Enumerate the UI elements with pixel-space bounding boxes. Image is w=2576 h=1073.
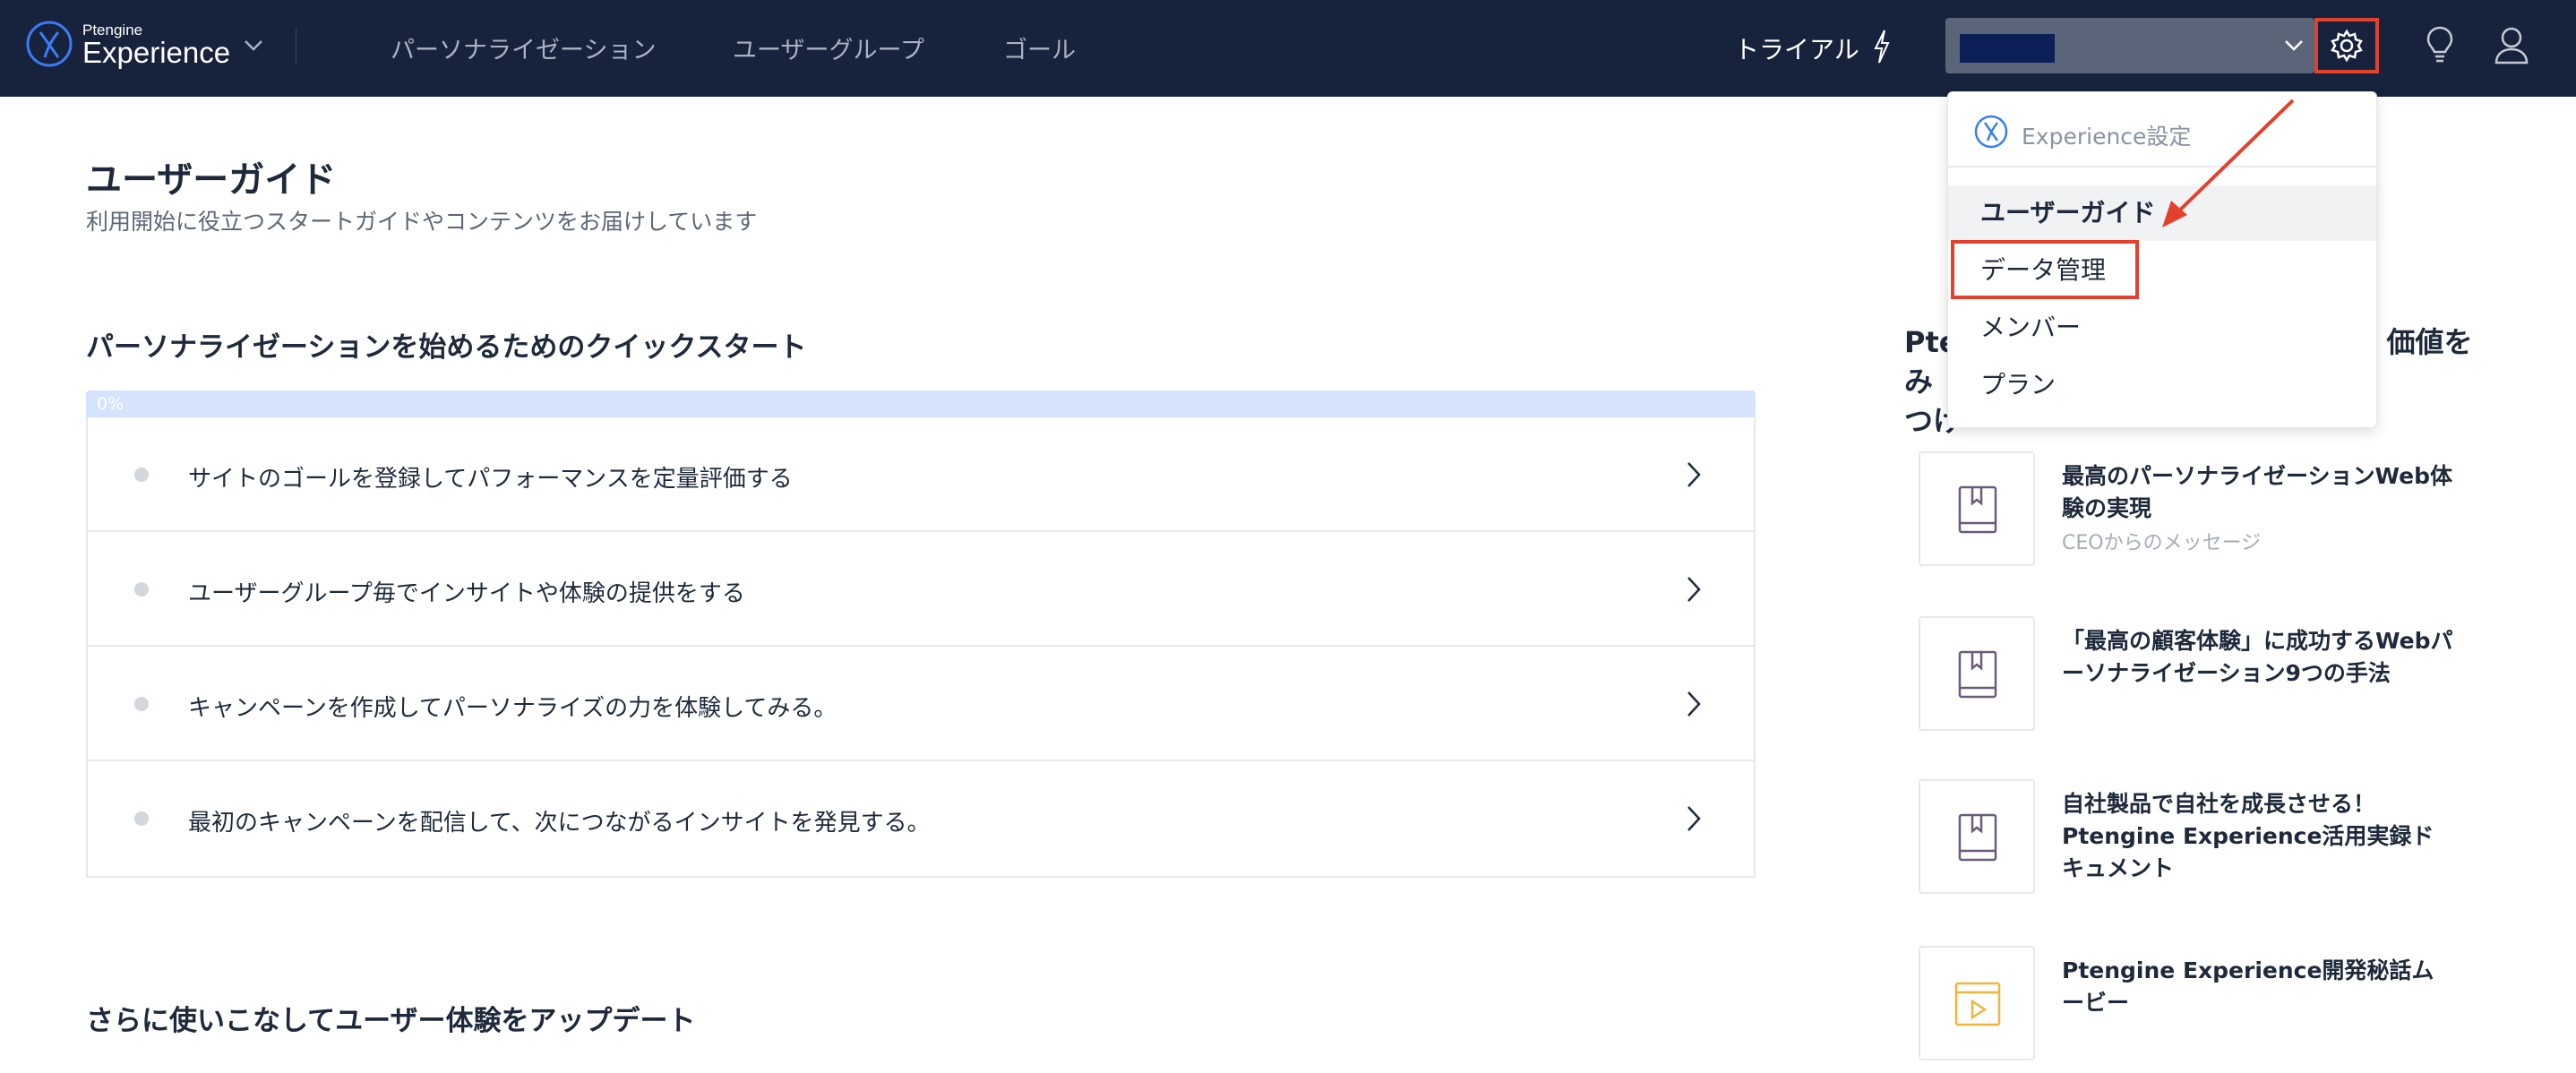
task-status-dot [134, 468, 149, 482]
quickstart-title: パーソナライゼーションを始めるためのクイックスタート [86, 331, 807, 364]
resource-card[interactable]: 「最高の顧客体験」に成功するWebパーソナライゼーション9つの手法 [1919, 616, 2510, 733]
experience-logo-icon [1974, 115, 2008, 149]
quickstart-task-list: サイトのゴールを登録してパフォーマンスを定量評価する ユーザーグループ毎でインサ… [86, 417, 1756, 878]
account-name-redacted [1960, 34, 2055, 63]
lightbulb-icon[interactable] [2426, 25, 2454, 64]
resource-title: Ptengine Experience開発秘話ムービー [2062, 957, 2434, 1016]
task-label: 最初のキャンペーンを配信して、次につながるインサイトを発見する。 [188, 810, 931, 837]
menu-item-plan[interactable]: プラン [1948, 357, 2376, 413]
task-row[interactable]: 最初のキャンペーンを配信して、次につながるインサイトを発見する。 [88, 761, 1754, 876]
task-status-dot [134, 811, 149, 826]
nav-personalization[interactable]: パーソナライゼーション [391, 30, 656, 65]
annotation-arrow-icon [2162, 99, 2295, 227]
trial-label[interactable]: トライアル [1734, 30, 1859, 66]
annotation-highlight-box [1951, 240, 2139, 299]
account-selector[interactable] [1945, 18, 2314, 73]
chevron-down-icon [2285, 40, 2303, 51]
gear-icon [2331, 29, 2363, 63]
page-title: ユーザーガイド [86, 159, 337, 201]
nav-user-groups[interactable]: ユーザーグループ [733, 30, 924, 65]
resource-thumbnail [1919, 616, 2035, 731]
chevron-right-icon [1687, 462, 1701, 487]
settings-button[interactable] [2314, 18, 2379, 73]
menu-item-members[interactable]: メンバー [1948, 300, 2376, 356]
progress-label: 0% [97, 394, 125, 414]
chevron-down-icon[interactable] [244, 39, 263, 52]
update-section-title: さらに使いこなしてユーザー体験をアップデート [86, 1005, 696, 1037]
page-subtitle: 利用開始に役立つスタートガイドやコンテンツをお届けしています [86, 209, 758, 235]
video-icon [1954, 982, 2001, 1026]
book-icon [1958, 650, 1997, 699]
user-account-icon[interactable] [2494, 25, 2529, 64]
task-row[interactable]: ユーザーグループ毎でインサイトや体験の提供をする [88, 532, 1754, 647]
resource-title: 最高のパーソナライゼーションWeb体験の実現 [2062, 463, 2453, 521]
task-label: キャンペーンを作成してパーソナライズの力を体験してみる。 [188, 695, 837, 722]
resource-title: 「最高の顧客体験」に成功するWebパーソナライゼーション9つの手法 [2062, 628, 2453, 686]
resource-card[interactable]: 最高のパーソナライゼーションWeb体験の実現 CEOからのメッセージ [1919, 451, 2510, 568]
task-label: サイトのゴールを登録してパフォーマンスを定量評価する [188, 466, 793, 493]
task-row[interactable]: サイトのゴールを登録してパフォーマンスを定量評価する [88, 417, 1754, 532]
chevron-right-icon [1687, 577, 1701, 602]
task-row[interactable]: キャンペーンを作成してパーソナライズの力を体験してみる。 [88, 647, 1754, 761]
resource-card[interactable]: Ptengine Experience開発秘話ムービー [1919, 946, 2510, 1062]
resource-thumbnail [1919, 946, 2035, 1060]
task-label: ユーザーグループ毎でインサイトや体験の提供をする [188, 580, 745, 607]
chevron-right-icon [1687, 806, 1701, 831]
task-status-dot [134, 697, 149, 711]
lightning-icon [1874, 30, 1890, 64]
logo-product-name[interactable]: Experience [82, 36, 230, 70]
book-icon [1958, 813, 1997, 862]
chevron-right-icon [1687, 691, 1701, 717]
quickstart-progress-bar: 0% [86, 391, 1756, 417]
top-navigation-bar: Ptengine Experience パーソナライゼーション ユーザーグループ… [0, 0, 2576, 97]
resource-title: 自社製品で自社を成長させる！Ptengine Experience活用実録ドキュ… [2062, 791, 2434, 881]
book-icon [1958, 485, 1997, 534]
resource-thumbnail [1919, 779, 2035, 894]
resource-card[interactable]: 自社製品で自社を成長させる！Ptengine Experience活用実録ドキュ… [1919, 779, 2510, 896]
ptengine-logo-icon[interactable] [25, 20, 73, 68]
nav-goals[interactable]: ゴール [1003, 30, 1076, 65]
task-status-dot [134, 582, 149, 597]
resource-subtitle: CEOからのメッセージ [2062, 532, 2262, 554]
resource-thumbnail [1919, 451, 2035, 566]
